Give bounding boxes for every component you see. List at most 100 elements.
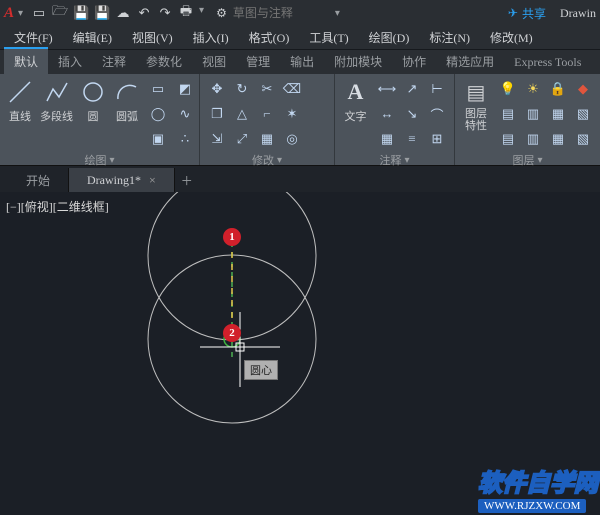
layer-match-icon[interactable]: ▦ [547, 103, 569, 125]
tab-drawing1[interactable]: Drawing1* × [69, 168, 175, 192]
layer-c-icon[interactable]: ▦ [547, 128, 569, 150]
rect-icon[interactable]: ▭ [147, 78, 169, 100]
polyline-label: 多段线 [40, 108, 73, 124]
explode-icon[interactable]: ✶ [281, 103, 303, 125]
field-icon[interactable]: ⊞ [426, 128, 448, 150]
spline-icon[interactable]: ∿ [174, 103, 196, 125]
point-icon[interactable]: ∴ [174, 128, 196, 150]
move-icon[interactable]: ✥ [206, 78, 228, 100]
ribbon-tab-insert[interactable]: 插入 [48, 49, 92, 74]
hatch-icon[interactable]: ◩ [174, 78, 196, 100]
panel-annotate-title[interactable]: 注释▾ [341, 150, 448, 170]
leader-icon[interactable]: ↗ [401, 78, 423, 100]
circle-button[interactable]: 圆 [79, 78, 107, 124]
menu-view[interactable]: 视图(V) [124, 27, 181, 48]
bulb-on-icon[interactable]: 💡 [497, 78, 519, 100]
dim-more-icon[interactable]: ⊢ [426, 78, 448, 100]
menu-file[interactable]: 文件(F) [6, 27, 61, 48]
watermark-en: WWW.RJZXW.COM [478, 499, 586, 513]
annotate-grid: ⟷ ↗ ⊢ ↔ ↘ ⌒ ▦ ≡ ⊞ [376, 78, 448, 150]
stretch-icon[interactable]: ⇲ [206, 128, 228, 150]
layer-freeze-icon[interactable]: ▥ [522, 103, 544, 125]
tab-new-button[interactable]: ＋ [175, 168, 199, 192]
tab-drawing-label: Drawing1* [87, 173, 141, 188]
redo-icon[interactable]: ↷ [157, 5, 173, 21]
drawing-canvas[interactable]: [−][俯视][二维线框] 1 2 圆心 软件自学网 WWW.RJZXW.COM [0, 192, 600, 515]
save-icon[interactable]: 💾 [73, 5, 89, 21]
ribbon-tab-addins[interactable]: 附加模块 [324, 49, 392, 74]
ribbon: 直线 多段线 圆 圆弧 ▭ ◩ ◯ ∿ ▣ ∴ 绘图▾ [0, 74, 600, 166]
polyline-button[interactable]: 多段线 [40, 78, 73, 124]
layer-d-icon[interactable]: ▧ [572, 128, 594, 150]
text-button[interactable]: A 文字 [341, 78, 370, 124]
quick-access-toolbar: ▭ 🗁 💾 💾 ☁ ↶ ↷ 🖶 ▾ [31, 5, 204, 21]
layer-plot-icon[interactable]: ▧ [572, 103, 594, 125]
rotate-icon[interactable]: ↻ [231, 78, 253, 100]
ribbon-tab-default[interactable]: 默认 [4, 47, 48, 74]
plot-icon[interactable]: 🖶 [178, 5, 194, 21]
panel-draw-title[interactable]: 绘图▾ [6, 150, 193, 170]
dim-align-icon[interactable]: ↔ [376, 103, 398, 125]
new-icon[interactable]: ▭ [31, 5, 47, 21]
ribbon-tab-annotate[interactable]: 注释 [92, 49, 136, 74]
fillet-icon[interactable]: ⌐ [256, 103, 278, 125]
ribbon-tab-param[interactable]: 参数化 [136, 49, 192, 74]
app-logo: A [4, 5, 14, 22]
table-icon[interactable]: ▦ [376, 128, 398, 150]
array-icon[interactable]: ▦ [256, 128, 278, 150]
layer-b-icon[interactable]: ▥ [522, 128, 544, 150]
dim-arc-icon[interactable]: ⌒ [426, 103, 448, 125]
open-icon[interactable]: 🗁 [52, 5, 68, 21]
menu-draw[interactable]: 绘图(D) [361, 27, 418, 48]
draw-flyout: ▭ ◩ ◯ ∿ ▣ ∴ [147, 78, 198, 150]
panel-layer-title[interactable]: 图层▾ [461, 150, 594, 170]
menu-tools[interactable]: 工具(T) [301, 27, 356, 48]
mirror-icon[interactable]: △ [231, 103, 253, 125]
tab-start[interactable]: 开始 [8, 168, 69, 192]
menu-insert[interactable]: 插入(I) [185, 27, 237, 48]
lock-icon[interactable]: 🔒 [547, 78, 569, 100]
app-menu-dropdown[interactable]: ▾ [18, 8, 23, 19]
circle-label: 圆 [88, 108, 99, 124]
ribbon-tab-manage[interactable]: 管理 [236, 49, 280, 74]
tab-close-icon[interactable]: × [149, 173, 156, 188]
callout-marker-1: 1 [223, 228, 241, 246]
menu-edit[interactable]: 编辑(E) [65, 27, 120, 48]
ribbon-tab-featured[interactable]: 精选应用 [436, 49, 504, 74]
layer-a-icon[interactable]: ▤ [497, 128, 519, 150]
menu-dim[interactable]: 标注(N) [421, 27, 478, 48]
dim-linear-icon[interactable]: ⟷ [376, 78, 398, 100]
cloud-icon[interactable]: ☁ [115, 5, 131, 21]
ribbon-tab-output[interactable]: 输出 [280, 49, 324, 74]
mtext-icon[interactable]: ≡ [401, 128, 423, 150]
layer-props-button[interactable]: ▤ 图层 特性 [461, 78, 491, 132]
ribbon-tab-view[interactable]: 视图 [192, 49, 236, 74]
trim-icon[interactable]: ✂ [256, 78, 278, 100]
ribbon-tab-collab[interactable]: 协作 [392, 49, 436, 74]
region-icon[interactable]: ▣ [147, 128, 169, 150]
ribbon-tab-express[interactable]: Express Tools [504, 51, 591, 74]
workspace-input[interactable] [231, 5, 331, 22]
scale-icon[interactable]: ⤢ [231, 128, 253, 150]
layer-color-icon[interactable]: ◆ [572, 78, 594, 100]
copy-icon[interactable]: ❐ [206, 103, 228, 125]
sun-icon[interactable]: ☀ [522, 78, 544, 100]
menu-format[interactable]: 格式(O) [241, 27, 298, 48]
qat-dropdown[interactable]: ▾ [199, 5, 204, 21]
line-button[interactable]: 直线 [6, 78, 34, 124]
panel-modify-title[interactable]: 修改▾ [206, 150, 328, 170]
ellipse-icon[interactable]: ◯ [147, 103, 169, 125]
line-label: 直线 [9, 108, 31, 124]
saveas-icon[interactable]: 💾 [94, 5, 110, 21]
offset-icon[interactable]: ◎ [281, 128, 303, 150]
menu-modify[interactable]: 修改(M) [482, 27, 541, 48]
arc-button[interactable]: 圆弧 [113, 78, 141, 124]
leader2-icon[interactable]: ↘ [401, 103, 423, 125]
panel-draw: 直线 多段线 圆 圆弧 ▭ ◩ ◯ ∿ ▣ ∴ 绘图▾ [0, 74, 200, 165]
undo-icon[interactable]: ↶ [136, 5, 152, 21]
share-button[interactable]: ✈ 共享 [508, 5, 546, 22]
layer-iso-icon[interactable]: ▤ [497, 103, 519, 125]
eraser-icon[interactable]: ⌫ [281, 78, 303, 100]
workspace-dropdown-icon[interactable]: ▾ [335, 8, 340, 19]
workspace-switcher[interactable]: ⚙ ▾ [216, 5, 504, 22]
